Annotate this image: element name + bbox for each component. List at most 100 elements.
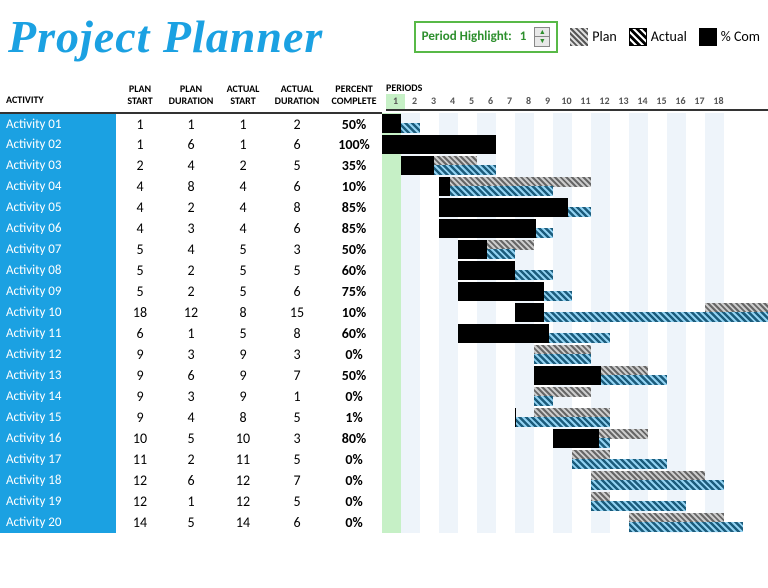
table-row: Activity 16 10 5 10 3 80%	[0, 428, 768, 449]
percent-complete: 0%	[326, 386, 382, 407]
actual-dur: 5	[268, 407, 326, 428]
actual-start: 5	[218, 260, 268, 281]
gantt-cell	[382, 407, 768, 428]
pct-swatch-icon	[699, 28, 717, 46]
percent-complete: 80%	[326, 428, 382, 449]
plan-start: 10	[116, 428, 164, 449]
col-plan-dur: PLANDURATION	[164, 81, 218, 113]
actual-start: 9	[218, 365, 268, 386]
table-row: Activity 20 14 5 14 6 0%	[0, 512, 768, 533]
actual-start: 4	[218, 176, 268, 197]
actual-start: 14	[218, 512, 268, 533]
actual-start: 10	[218, 428, 268, 449]
gantt-cell	[382, 218, 768, 239]
gantt-cell	[382, 155, 768, 176]
actual-dur: 8	[268, 323, 326, 344]
percent-complete: 10%	[326, 302, 382, 323]
gantt-cell	[382, 365, 768, 386]
percent-complete: 85%	[326, 197, 382, 218]
activity-name: Activity 05	[0, 197, 116, 218]
gantt-cell	[382, 491, 768, 512]
gantt-cell	[382, 449, 768, 470]
plan-dur: 6	[164, 134, 218, 155]
actual-start: 5	[218, 281, 268, 302]
plan-swatch-icon	[570, 28, 588, 46]
plan-dur: 1	[164, 491, 218, 512]
actual-dur: 6	[268, 176, 326, 197]
activity-name: Activity 15	[0, 407, 116, 428]
plan-start: 9	[116, 344, 164, 365]
legend-actual: Actual	[629, 28, 687, 46]
actual-dur: 3	[268, 344, 326, 365]
activity-name: Activity 09	[0, 281, 116, 302]
actual-dur: 6	[268, 281, 326, 302]
plan-dur: 3	[164, 344, 218, 365]
table-row: Activity 18 12 6 12 7 0%	[0, 470, 768, 491]
gantt-cell	[382, 512, 768, 533]
plan-dur: 6	[164, 365, 218, 386]
period-highlight-label: Period Highlight:	[422, 29, 512, 44]
period-highlight-control[interactable]: Period Highlight: 1 ▲ ▼	[414, 21, 559, 53]
gantt-cell	[382, 134, 768, 155]
gantt-cell	[382, 239, 768, 260]
activity-name: Activity 06	[0, 218, 116, 239]
actual-start: 1	[218, 113, 268, 134]
plan-start: 12	[116, 470, 164, 491]
plan-dur: 8	[164, 176, 218, 197]
percent-complete: 50%	[326, 239, 382, 260]
actual-dur: 7	[268, 365, 326, 386]
percent-complete: 0%	[326, 512, 382, 533]
percent-complete: 0%	[326, 449, 382, 470]
activity-name: Activity 02	[0, 134, 116, 155]
period-stepper[interactable]: ▲ ▼	[534, 27, 550, 47]
table-row: Activity 04 4 8 4 6 10%	[0, 176, 768, 197]
col-plan-start: PLANSTART	[116, 81, 164, 113]
actual-dur: 1	[268, 386, 326, 407]
gantt-cell	[382, 428, 768, 449]
col-periods: PERIODS 123456789101112131415161718	[382, 81, 768, 113]
col-actual-start: ACTUALSTART	[218, 81, 268, 113]
col-percent: PERCENTCOMPLETE	[326, 81, 382, 113]
legend-pct: % Com	[699, 28, 760, 46]
actual-dur: 2	[268, 113, 326, 134]
actual-dur: 8	[268, 197, 326, 218]
activity-name: Activity 01	[0, 113, 116, 134]
plan-start: 5	[116, 281, 164, 302]
actual-dur: 5	[268, 260, 326, 281]
plan-dur: 2	[164, 260, 218, 281]
gantt-cell	[382, 344, 768, 365]
gantt-table: ACTIVITY PLANSTART PLANDURATION ACTUALST…	[0, 81, 768, 533]
actual-swatch-icon	[629, 28, 647, 46]
step-down-button[interactable]: ▼	[535, 37, 549, 46]
header-controls: Period Highlight: 1 ▲ ▼ Plan Actual % Co…	[414, 21, 760, 53]
plan-start: 2	[116, 155, 164, 176]
actual-dur: 6	[268, 512, 326, 533]
plan-start: 4	[116, 176, 164, 197]
col-actual-dur: ACTUALDURATION	[268, 81, 326, 113]
plan-start: 1	[116, 134, 164, 155]
activity-name: Activity 13	[0, 365, 116, 386]
plan-dur: 3	[164, 218, 218, 239]
percent-complete: 0%	[326, 491, 382, 512]
plan-start: 4	[116, 218, 164, 239]
gantt-cell	[382, 470, 768, 491]
gantt-cell	[382, 113, 768, 134]
plan-start: 14	[116, 512, 164, 533]
actual-start: 5	[218, 323, 268, 344]
table-row: Activity 02 1 6 1 6 100%	[0, 134, 768, 155]
activity-name: Activity 08	[0, 260, 116, 281]
plan-start: 9	[116, 365, 164, 386]
plan-dur: 5	[164, 428, 218, 449]
percent-complete: 1%	[326, 407, 382, 428]
activity-name: Activity 04	[0, 176, 116, 197]
percent-complete: 35%	[326, 155, 382, 176]
activity-name: Activity 16	[0, 428, 116, 449]
col-activity: ACTIVITY	[0, 81, 116, 113]
gantt-cell	[382, 302, 768, 323]
plan-dur: 5	[164, 512, 218, 533]
table-row: Activity 01 1 1 1 2 50%	[0, 113, 768, 134]
percent-complete: 60%	[326, 260, 382, 281]
percent-complete: 85%	[326, 218, 382, 239]
table-row: Activity 12 9 3 9 3 0%	[0, 344, 768, 365]
actual-start: 12	[218, 491, 268, 512]
